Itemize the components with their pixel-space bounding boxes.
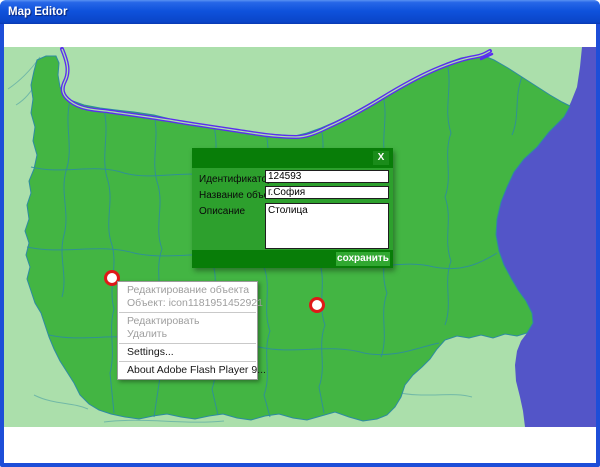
window-frame: Map Editor xyxy=(0,0,600,467)
edit-object-dialog: X Идентификатор Название объекта Описани… xyxy=(192,148,393,268)
menu-item-object-id: Объект: icon1181951452921 xyxy=(118,297,257,310)
object-name-field[interactable] xyxy=(265,186,389,199)
window-title: Map Editor xyxy=(8,6,67,18)
menu-item-delete: Удалить xyxy=(118,328,257,341)
description-label: Описание xyxy=(199,206,245,217)
window-titlebar[interactable]: Map Editor xyxy=(0,0,600,24)
description-field[interactable]: Столица xyxy=(265,203,389,249)
menu-item-settings[interactable]: Settings... xyxy=(118,346,257,359)
save-button[interactable]: сохранить xyxy=(336,252,390,266)
menu-item-edit: Редактировать xyxy=(118,315,257,328)
menu-separator xyxy=(119,343,256,344)
menu-separator xyxy=(119,312,256,313)
map-marker[interactable] xyxy=(309,297,325,313)
close-icon[interactable]: X xyxy=(373,151,389,165)
menu-item-about-flash[interactable]: About Adobe Flash Player 9... xyxy=(118,364,257,377)
identifier-label: Идентификатор xyxy=(199,174,273,185)
context-menu: Редактирование объекта Объект: icon11819… xyxy=(117,281,258,380)
menu-item-edit-object-header: Редактирование объекта xyxy=(118,284,257,297)
dialog-footer: сохранить xyxy=(192,250,393,268)
menu-separator xyxy=(119,361,256,362)
dialog-header: X xyxy=(192,148,393,168)
identifier-field[interactable] xyxy=(265,170,389,183)
